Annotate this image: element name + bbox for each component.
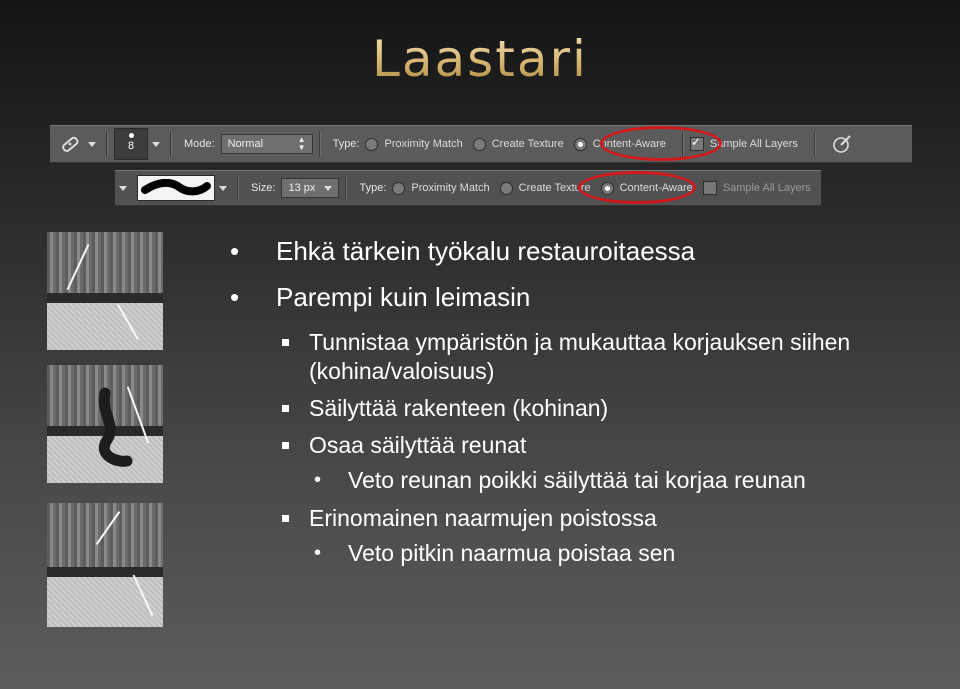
size-value: 13 px [288, 182, 316, 194]
scratch-mark [117, 304, 139, 340]
bullet-level1: Ehkä tärkein työkalu restauroitaessa [230, 228, 940, 274]
bullet-level3: Veto reunan poikki säilyttää tai korjaa … [230, 464, 940, 496]
divider [106, 131, 108, 157]
brush-dropdown-icon[interactable] [152, 141, 160, 147]
bullet-level2: Osaa säilyttää reunat [230, 431, 940, 460]
type-proximity-radio[interactable]: Proximity Match [392, 181, 490, 195]
radio-label: Proximity Match [411, 182, 490, 194]
sample-all-layers-checkbox[interactable]: Sample All Layers [702, 181, 811, 195]
brush-dropdown-icon[interactable] [219, 185, 227, 191]
radio-button-icon [365, 137, 379, 151]
bullet-level1: Parempi kuin leimasin [230, 274, 940, 320]
divider [237, 175, 239, 201]
select-arrows-icon: ▲ ▼ [297, 135, 306, 152]
bullet-level2: Tunnistaa ympäristön ja mukauttaa korjau… [230, 328, 869, 386]
size-label: Size: [251, 182, 276, 194]
type-label: Type: [332, 138, 360, 150]
content-aware-highlight [600, 126, 722, 161]
divider [170, 131, 172, 157]
bullet-level2: Säilyttää rakenteen (kohinan) [230, 394, 940, 423]
radio-button-icon [499, 181, 513, 195]
brush-size-picker[interactable]: 8 [114, 128, 148, 160]
scratch-mark [132, 574, 154, 617]
spot-healing-options-bar: 8 Mode: Normal ▲ ▼ Type: Proximity Match … [50, 125, 912, 163]
type-label: Type: [359, 182, 387, 194]
tool-preset-dropdown-icon[interactable] [119, 185, 127, 191]
brush-stroke-preview[interactable] [137, 175, 215, 201]
tool-preset-dropdown-icon[interactable] [88, 141, 96, 147]
pressure-size-icon[interactable] [828, 130, 856, 158]
type-texture-radio[interactable]: Create Texture [499, 181, 591, 195]
type-proximity-radio[interactable]: Proximity Match [365, 137, 463, 151]
photo-dark-area [47, 503, 163, 568]
mode-value: Normal [227, 138, 264, 150]
photo-dark-area [47, 232, 163, 294]
divider [318, 131, 321, 157]
photo-before-thumbnail [47, 232, 163, 350]
mode-label: Mode: [184, 138, 215, 150]
bullet-level3: Veto pitkin naarmua poistaa sen [230, 537, 940, 569]
content-aware-highlight [578, 171, 696, 204]
photo-frame-band [47, 567, 163, 578]
radio-label: Create Texture [491, 138, 564, 150]
radio-button-icon [392, 181, 406, 195]
radio-button-icon [472, 137, 486, 151]
healing-brushstroke [98, 387, 133, 467]
checkbox-label: Sample All Layers [709, 138, 798, 150]
bullet-level2: Erinomainen naarmujen poistossa [230, 504, 940, 533]
type-texture-radio[interactable]: Create Texture [472, 137, 564, 151]
brush-size-value: 8 [127, 140, 135, 152]
chevron-down-icon [324, 185, 333, 191]
slide-title: Laastari [0, 30, 960, 88]
size-select[interactable]: 13 px [281, 178, 340, 198]
checkbox-unchecked-icon [702, 181, 717, 195]
slide-bullets: Ehkä tärkein työkalu restauroitaessa Par… [230, 228, 940, 569]
bandage-icon[interactable] [56, 130, 84, 158]
divider [345, 175, 348, 201]
radio-label: Proximity Match [384, 138, 463, 150]
photo-frame-band [47, 293, 163, 304]
brush-tip-icon [128, 133, 134, 138]
mode-select[interactable]: Normal ▲ ▼ [220, 134, 313, 154]
checkbox-label: Sample All Layers [722, 182, 811, 194]
photo-after-thumbnail [47, 503, 163, 627]
legacy-options-bar: Size: 13 px Type: Proximity Match Create… [115, 170, 821, 206]
divider [813, 131, 816, 157]
photo-brushstroke-thumbnail [47, 365, 163, 483]
radio-button-selected-icon [573, 137, 587, 151]
